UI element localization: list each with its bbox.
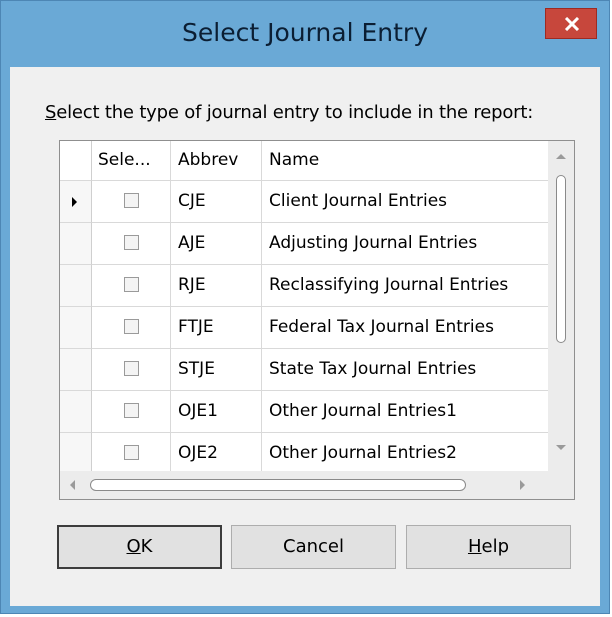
row-header[interactable] — [60, 223, 92, 265]
name-cell[interactable]: State Tax Journal Entries — [262, 349, 548, 391]
scroll-down-icon[interactable] — [556, 445, 566, 450]
row-header-corner — [60, 141, 92, 181]
select-cell[interactable] — [92, 265, 171, 307]
title-bar[interactable]: Select Journal Entry — [1, 1, 609, 67]
close-icon — [564, 17, 580, 31]
row-header[interactable] — [60, 433, 92, 475]
select-checkbox[interactable] — [123, 403, 139, 418]
abbrev-cell[interactable]: CJE — [171, 181, 262, 223]
select-checkbox[interactable] — [123, 445, 139, 460]
horizontal-scroll-thumb[interactable] — [90, 479, 466, 491]
select-cell[interactable] — [92, 181, 171, 223]
select-cell[interactable] — [92, 307, 171, 349]
dialog-window: Select Journal Entry Select the type of … — [0, 0, 610, 614]
name-cell[interactable]: Adjusting Journal Entries — [262, 223, 548, 265]
select-checkbox[interactable] — [123, 193, 139, 208]
scroll-left-icon[interactable] — [70, 480, 75, 490]
dialog-body: Select the type of journal entry to incl… — [10, 67, 600, 606]
grid-header: Sele... Abbrev Name — [60, 141, 548, 181]
cancel-label: Cancel — [283, 536, 344, 557]
row-indicator-icon — [72, 197, 77, 207]
close-button[interactable] — [545, 8, 597, 39]
window-title: Select Journal Entry — [182, 18, 428, 47]
vertical-scroll-thumb[interactable] — [556, 175, 566, 343]
column-header-name[interactable]: Name — [262, 141, 548, 181]
select-checkbox[interactable] — [123, 277, 139, 292]
help-mnemonic: H — [467, 536, 482, 557]
table-row[interactable]: STJE State Tax Journal Entries — [60, 349, 548, 391]
select-checkbox[interactable] — [123, 235, 139, 250]
abbrev-cell[interactable]: OJE2 — [171, 433, 262, 475]
ok-button[interactable]: OK — [57, 525, 222, 569]
select-checkbox[interactable] — [123, 319, 139, 334]
abbrev-cell[interactable]: FTJE — [171, 307, 262, 349]
cancel-button[interactable]: Cancel — [231, 525, 396, 569]
instruction-label: Select the type of journal entry to incl… — [45, 102, 533, 123]
name-cell[interactable]: Other Journal Entries1 — [262, 391, 548, 433]
table-row[interactable]: OJE1 Other Journal Entries1 — [60, 391, 548, 433]
instruction-text: elect the type of journal entry to inclu… — [56, 102, 534, 123]
table-row[interactable]: FTJE Federal Tax Journal Entries — [60, 307, 548, 349]
help-label: elp — [481, 536, 510, 557]
select-cell[interactable] — [92, 433, 171, 475]
row-header[interactable] — [60, 349, 92, 391]
row-header[interactable] — [60, 391, 92, 433]
scroll-right-icon[interactable] — [520, 480, 525, 490]
abbrev-cell[interactable]: RJE — [171, 265, 262, 307]
table-row[interactable]: RJE Reclassifying Journal Entries — [60, 265, 548, 307]
row-header[interactable] — [60, 181, 92, 223]
name-cell[interactable]: Federal Tax Journal Entries — [262, 307, 548, 349]
help-button[interactable]: Help — [406, 525, 571, 569]
column-header-select[interactable]: Sele... — [92, 141, 171, 181]
abbrev-cell[interactable]: AJE — [171, 223, 262, 265]
abbrev-cell[interactable]: OJE1 — [171, 391, 262, 433]
select-cell[interactable] — [92, 349, 171, 391]
instruction-mnemonic: S — [45, 102, 57, 123]
name-cell[interactable]: Client Journal Entries — [262, 181, 548, 223]
select-cell[interactable] — [92, 391, 171, 433]
table-row[interactable]: CJE Client Journal Entries — [60, 181, 548, 223]
name-cell[interactable]: Reclassifying Journal Entries — [262, 265, 548, 307]
scrollbar-corner — [548, 471, 574, 499]
ok-label: K — [140, 536, 153, 557]
table-row[interactable]: OJE2 Other Journal Entries2 — [60, 433, 548, 475]
name-cell[interactable]: Other Journal Entries2 — [262, 433, 548, 475]
journal-entry-grid[interactable]: Sele... Abbrev Name CJE Client Journal E… — [59, 140, 575, 500]
table-row[interactable]: AJE Adjusting Journal Entries — [60, 223, 548, 265]
row-header[interactable] — [60, 265, 92, 307]
scroll-up-icon[interactable] — [556, 154, 566, 159]
select-checkbox[interactable] — [123, 361, 139, 376]
ok-mnemonic: O — [126, 536, 141, 557]
vertical-scrollbar[interactable] — [548, 141, 574, 471]
select-cell[interactable] — [92, 223, 171, 265]
column-header-abbrev[interactable]: Abbrev — [171, 141, 262, 181]
horizontal-scrollbar[interactable] — [60, 471, 548, 499]
abbrev-cell[interactable]: STJE — [171, 349, 262, 391]
row-header[interactable] — [60, 307, 92, 349]
